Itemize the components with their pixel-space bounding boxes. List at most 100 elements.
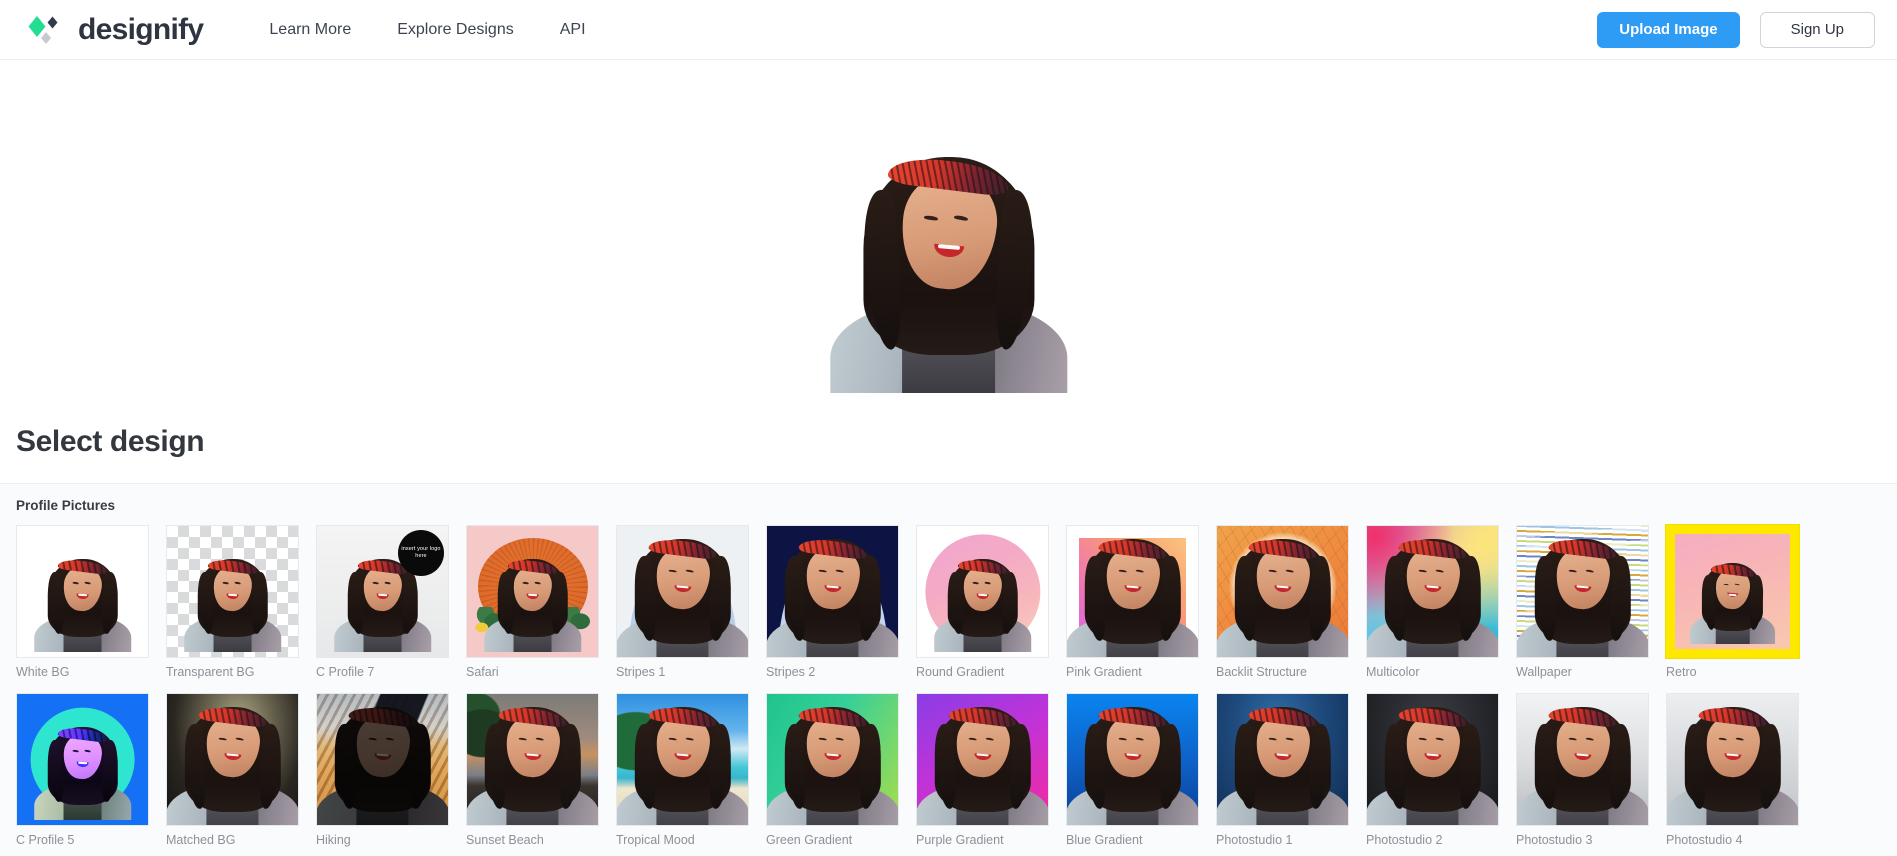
- design-thumbnail-image[interactable]: [466, 525, 599, 658]
- design-thumbnail[interactable]: Matched BG: [166, 693, 316, 847]
- design-thumbnail-image[interactable]: [1216, 525, 1349, 658]
- design-group-title: Profile Pictures: [16, 498, 116, 513]
- design-thumbnail-image[interactable]: [766, 525, 899, 658]
- brand-logo[interactable]: designify: [22, 10, 204, 50]
- design-thumbnail-image[interactable]: insert your logo here: [316, 525, 449, 658]
- design-thumbnail[interactable]: Safari: [466, 525, 616, 679]
- design-thumbnail[interactable]: Photostudio 1: [1216, 693, 1366, 847]
- design-thumbnail-label: Blue Gradient: [1066, 833, 1143, 847]
- design-thumbnail-label: Sunset Beach: [466, 833, 544, 847]
- portrait-graphic: [1217, 526, 1348, 657]
- design-thumbnail[interactable]: Stripes 1: [616, 525, 766, 679]
- design-thumbnail-image[interactable]: [166, 693, 299, 826]
- design-thumbnail-image[interactable]: [16, 525, 149, 658]
- sign-up-button[interactable]: Sign Up: [1759, 11, 1875, 48]
- design-thumbnail[interactable]: Stripes 2: [766, 525, 916, 679]
- design-thumbnail[interactable]: Photostudio 3: [1516, 693, 1666, 847]
- design-thumbnail[interactable]: Hiking: [316, 693, 466, 847]
- design-thumbnail-image[interactable]: [1516, 525, 1649, 658]
- portrait-graphic: [926, 544, 1039, 652]
- design-thumbnail-label: White BG: [16, 665, 70, 679]
- design-gallery: Profile Pictures White BG Transparent BG i…: [0, 483, 1897, 856]
- design-thumbnail[interactable]: Multicolor: [1366, 525, 1516, 679]
- design-thumbnail-label: Stripes 2: [766, 665, 816, 679]
- portrait-graphic: [1517, 526, 1648, 657]
- portrait-graphic: [1517, 694, 1648, 825]
- design-thumbnail-label: Stripes 1: [616, 665, 666, 679]
- portrait-graphic: [317, 694, 448, 825]
- design-thumbnail[interactable]: White BG: [16, 525, 166, 679]
- preview-image[interactable]: [811, 118, 1087, 393]
- design-thumbnail-image[interactable]: [1066, 693, 1199, 826]
- header-actions: Upload Image Sign Up: [1597, 11, 1875, 48]
- portrait-graphic: [1683, 550, 1782, 645]
- brand-name: designify: [78, 12, 204, 46]
- design-thumbnail-image[interactable]: [1066, 525, 1199, 658]
- design-thumbnail[interactable]: Round Gradient: [916, 525, 1066, 679]
- portrait-graphic: [1217, 694, 1348, 825]
- design-thumbnail[interactable]: Purple Gradient: [916, 693, 1066, 847]
- design-row-2: C Profile 5 Matched BG Hiking Sunset Beach T…: [16, 693, 1881, 847]
- design-thumbnail-image[interactable]: [1216, 693, 1349, 826]
- design-thumbnail-image[interactable]: [1666, 693, 1799, 826]
- design-row-1: White BG Transparent BG insert your logo h…: [16, 525, 1881, 679]
- primary-nav: Learn More Explore Designs API: [269, 21, 585, 39]
- design-thumbnail-image[interactable]: [16, 693, 149, 826]
- portrait-graphic: [176, 544, 289, 652]
- design-thumbnail-label: Matched BG: [166, 833, 236, 847]
- design-thumbnail-image[interactable]: [616, 693, 749, 826]
- design-thumbnail-label: Pink Gradient: [1066, 665, 1142, 679]
- design-thumbnail[interactable]: C Profile 5: [16, 693, 166, 847]
- design-thumbnail-label: Photostudio 3: [1516, 833, 1593, 847]
- design-thumbnail-label: Multicolor: [1366, 665, 1420, 679]
- portrait-graphic: [476, 544, 589, 652]
- design-thumbnail-image[interactable]: [616, 525, 749, 658]
- portrait-graphic: [1367, 526, 1498, 657]
- design-thumbnail[interactable]: Transparent BG: [166, 525, 316, 679]
- portrait-graphic: [26, 544, 139, 652]
- design-thumbnail-image[interactable]: [1366, 525, 1499, 658]
- design-thumbnail-image[interactable]: [166, 525, 299, 658]
- design-thumbnail[interactable]: insert your logo here C Profile 7: [316, 525, 466, 679]
- portrait-graphic: [1067, 694, 1198, 825]
- design-thumbnail[interactable]: Sunset Beach: [466, 693, 616, 847]
- portrait-graphic: [1067, 526, 1198, 657]
- design-thumbnail[interactable]: Pink Gradient: [1066, 525, 1216, 679]
- design-thumbnail[interactable]: Backlit Structure: [1216, 525, 1366, 679]
- design-thumbnail-label: Transparent BG: [166, 665, 255, 679]
- design-thumbnail-image[interactable]: [766, 693, 899, 826]
- design-thumbnail-image[interactable]: [316, 693, 449, 826]
- logo-placeholder-badge[interactable]: insert your logo here: [398, 530, 444, 576]
- design-thumbnail[interactable]: Green Gradient: [766, 693, 916, 847]
- page-title: Select design: [0, 393, 1897, 483]
- logo-placeholder-text: insert your logo here: [401, 545, 441, 559]
- design-thumbnail[interactable]: Retro: [1666, 525, 1816, 679]
- design-thumbnail-image[interactable]: [1666, 525, 1799, 658]
- design-thumbnail-image[interactable]: [1516, 693, 1649, 826]
- design-thumbnail[interactable]: Photostudio 2: [1366, 693, 1516, 847]
- design-thumbnail-label: C Profile 7: [316, 665, 375, 679]
- portrait-graphic: [811, 118, 1087, 393]
- design-thumbnail[interactable]: Photostudio 4: [1666, 693, 1816, 847]
- design-thumbnail-label: Wallpaper: [1516, 665, 1572, 679]
- nav-link-explore-designs[interactable]: Explore Designs: [397, 21, 514, 39]
- upload-image-button[interactable]: Upload Image: [1597, 11, 1740, 48]
- design-thumbnail-label: Tropical Mood: [616, 833, 695, 847]
- design-thumbnail-label: Round Gradient: [916, 665, 1005, 679]
- design-thumbnail-label: Purple Gradient: [916, 833, 1004, 847]
- design-thumbnail[interactable]: Wallpaper: [1516, 525, 1666, 679]
- design-thumbnail-image[interactable]: [916, 693, 1049, 826]
- portrait-graphic: [167, 694, 298, 825]
- design-thumbnail[interactable]: Blue Gradient: [1066, 693, 1216, 847]
- site-header: designify Learn More Explore Designs API…: [0, 0, 1897, 60]
- design-thumbnail-image[interactable]: [466, 693, 599, 826]
- design-thumbnail-label: Backlit Structure: [1216, 665, 1308, 679]
- nav-link-learn-more[interactable]: Learn More: [269, 21, 351, 39]
- design-thumbnail-image[interactable]: [916, 525, 1049, 658]
- diamond-sparkle-icon: [22, 10, 64, 50]
- design-thumbnail-label: Photostudio 2: [1366, 833, 1443, 847]
- design-thumbnail-image[interactable]: [1366, 693, 1499, 826]
- nav-link-api[interactable]: API: [560, 21, 586, 39]
- portrait-graphic: [917, 694, 1048, 825]
- design-thumbnail[interactable]: Tropical Mood: [616, 693, 766, 847]
